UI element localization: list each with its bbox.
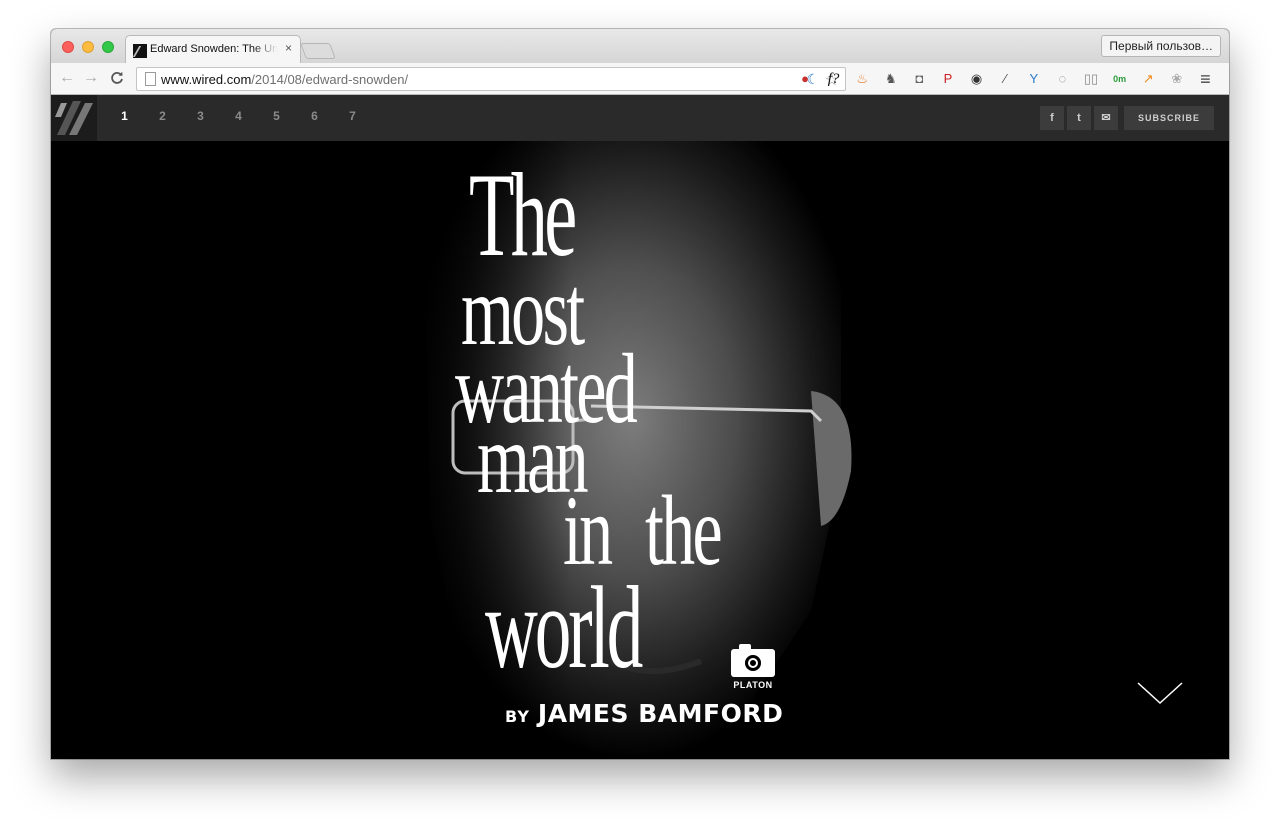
tab-close-icon[interactable]: ×: [285, 41, 292, 55]
close-window-button[interactable]: [62, 41, 74, 53]
lens-icon[interactable]: ◉: [967, 69, 987, 89]
author-name[interactable]: JAMES BAMFORD: [538, 699, 783, 728]
twitter-icon[interactable]: t: [1067, 106, 1091, 130]
browser-window: Edward Snowden: The Untold Story × Первы…: [51, 29, 1229, 759]
page-link-2[interactable]: 2: [153, 109, 173, 123]
page-link-6[interactable]: 6: [305, 109, 325, 123]
new-tab-button[interactable]: [300, 43, 336, 59]
profile-button[interactable]: Первый пользов…: [1101, 35, 1221, 57]
menu-icon[interactable]: ≡: [1195, 69, 1215, 89]
photo-credit: PLATON: [733, 680, 773, 690]
email-icon[interactable]: ✉: [1094, 106, 1118, 130]
back-arrow-icon[interactable]: ←: [59, 68, 75, 88]
byline-prefix: BY: [505, 707, 530, 726]
pocket-icon[interactable]: ◘: [909, 69, 929, 89]
page-link-1[interactable]: 1: [115, 109, 135, 123]
evernote-icon[interactable]: ♞: [881, 69, 901, 89]
chevron-down-icon[interactable]: [1136, 681, 1184, 707]
chart-icon[interactable]: ↗: [1138, 69, 1158, 89]
reload-icon[interactable]: [109, 68, 125, 91]
wired-page: 1 2 3 4 5 6 7 f t ✉ SUBSCRIBE The most wanted …: [51, 95, 1229, 759]
timer-icon[interactable]: 0m: [1110, 69, 1130, 89]
zoom-window-button[interactable]: [102, 41, 114, 53]
headline-line-6: world: [485, 562, 643, 693]
eyedropper-icon[interactable]: ⁄: [995, 69, 1015, 89]
page-link-7[interactable]: 7: [343, 109, 363, 123]
wired-logo[interactable]: [51, 95, 97, 141]
hero: The most wanted man in the world PLATON …: [51, 141, 1229, 759]
page-link-5[interactable]: 5: [267, 109, 287, 123]
browser-tab[interactable]: Edward Snowden: The Untold Story ×: [125, 35, 301, 63]
tab-strip: Edward Snowden: The Untold Story × Первы…: [51, 29, 1229, 63]
paw-icon[interactable]: ❀: [1167, 69, 1187, 89]
page-link-3[interactable]: 3: [191, 109, 211, 123]
address-bar[interactable]: www.wired.com/2014/08/edward-snowden/ ☾ …: [136, 67, 846, 91]
minimize-window-button[interactable]: [82, 41, 94, 53]
flame-icon[interactable]: ♨: [852, 69, 872, 89]
url-text[interactable]: www.wired.com/2014/08/edward-snowden/: [161, 72, 408, 87]
page-icon: [145, 72, 156, 86]
camera-icon[interactable]: [731, 644, 775, 677]
wired-favicon-icon: [133, 44, 147, 58]
refresh-circle-icon[interactable]: ◌: [1052, 69, 1072, 89]
byline: BY JAMES BAMFORD: [505, 699, 783, 728]
browser-toolbar: ← → www.wired.com/2014/08/edward-snowden…: [51, 63, 1229, 95]
tab-title: Edward Snowden: The Untold Story: [150, 43, 278, 55]
adblock-icon[interactable]: ●: [795, 69, 815, 89]
subscribe-button[interactable]: SUBSCRIBE: [1124, 106, 1214, 130]
forward-arrow-icon[interactable]: →: [83, 68, 99, 88]
reader-icon[interactable]: ▯▯: [1081, 69, 1101, 89]
pinterest-icon[interactable]: P: [938, 69, 958, 89]
site-nav: 1 2 3 4 5 6 7 f t ✉ SUBSCRIBE: [51, 95, 1229, 141]
y-icon[interactable]: Y: [1024, 69, 1044, 89]
page-link-4[interactable]: 4: [229, 109, 249, 123]
facebook-icon[interactable]: f: [1040, 106, 1064, 130]
headline-line-5b: the: [645, 475, 723, 586]
fquery-icon[interactable]: f?: [824, 69, 844, 89]
